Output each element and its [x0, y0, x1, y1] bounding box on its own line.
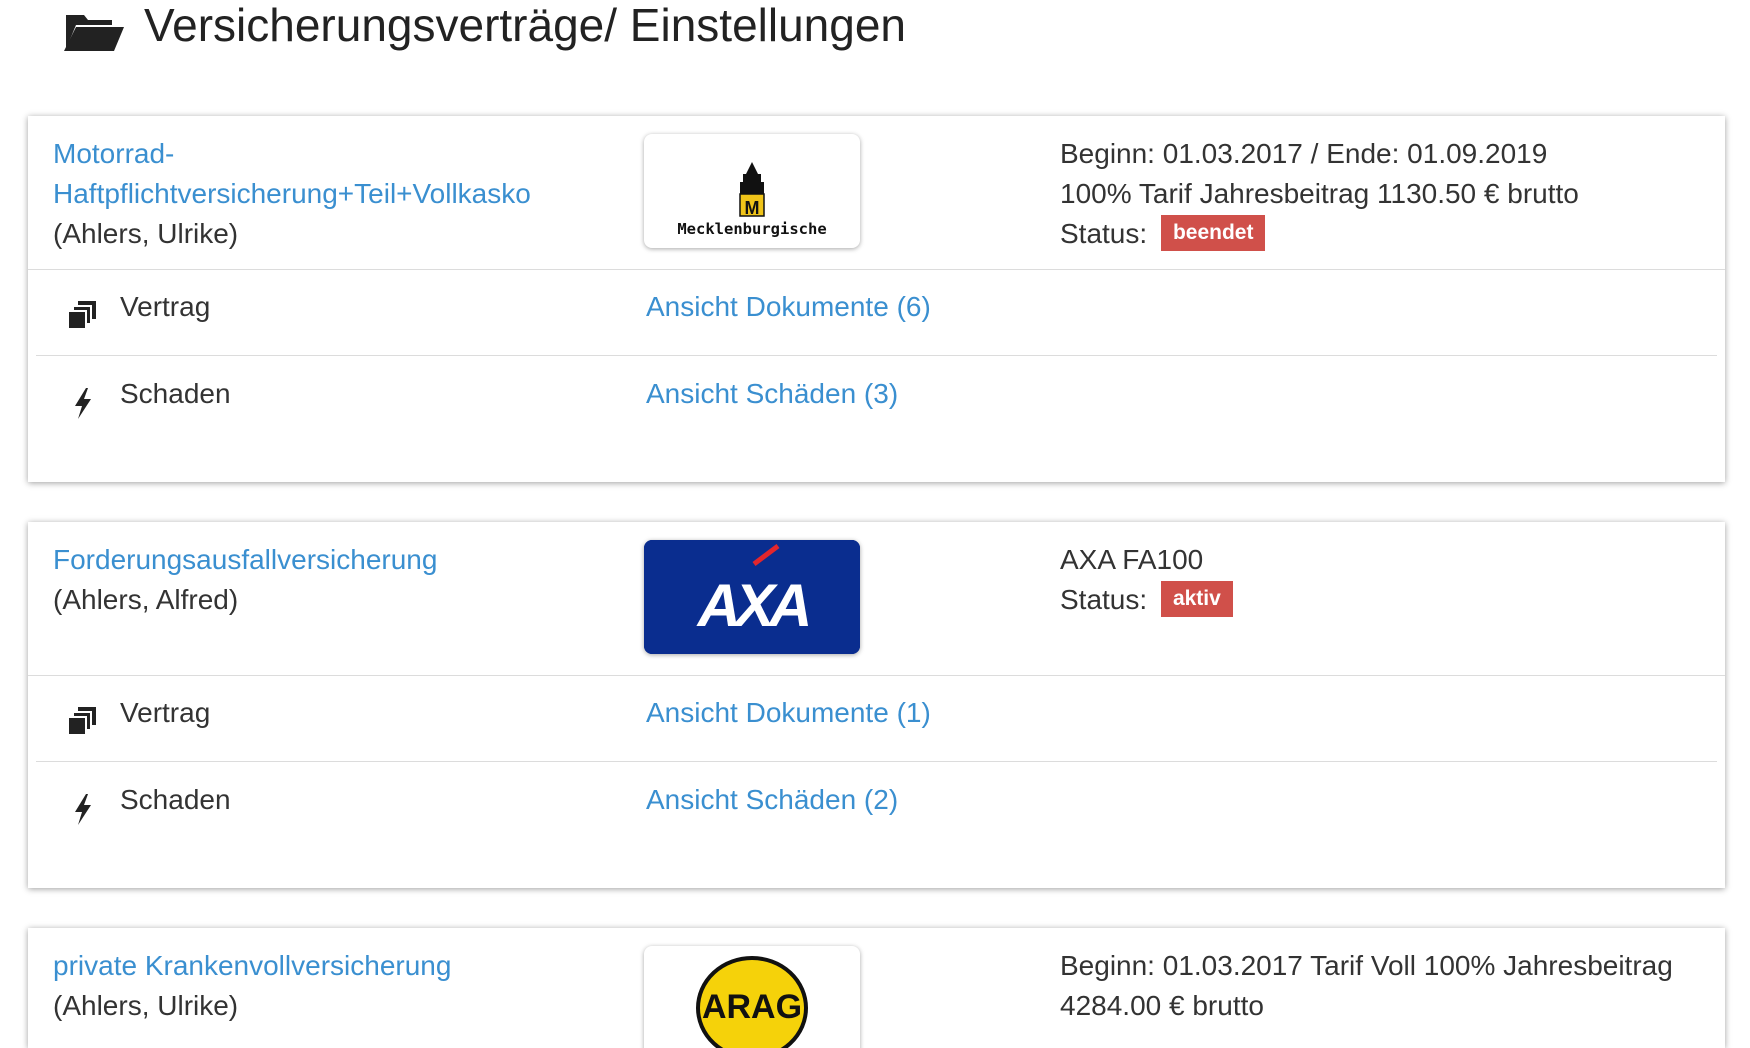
info-line: Beginn: 01.03.2017 Tarif Voll 100% Jahre… [1060, 950, 1673, 1021]
contract-info: AXA FA100 Status: aktiv [1060, 540, 1700, 620]
contract-header: private Krankenvollversicherung (Ahlers,… [28, 928, 1725, 1048]
contract-name: Forderungsausfallversicherung [53, 544, 438, 575]
documents-icon [67, 301, 96, 330]
info-line: Beginn: 01.03.2017 / Ende: 01.09.2019 [1060, 138, 1548, 169]
status-label: Status: [1060, 218, 1148, 249]
contract-name: private Krankenvollversicherung [53, 950, 452, 981]
contract-owner: (Ahlers, Alfred) [53, 584, 239, 615]
view-documents-link[interactable]: Ansicht Dokumente (1) [646, 697, 931, 729]
bolt-icon [75, 388, 91, 419]
contract-info: Beginn: 01.03.2017 / Ende: 01.09.2019 10… [1060, 134, 1700, 254]
logo-label: ARAG [702, 988, 802, 1026]
status-badge: beendet [1160, 214, 1266, 251]
contract-card: Motorrad-Haftpflichtversicherung+Teil+Vo… [28, 116, 1725, 482]
insurer-logo: M Mecklenburgische [644, 134, 860, 248]
contract-owner: (Ahlers, Ulrike) [53, 218, 239, 249]
contract-name: Motorrad-Haftpflichtversicherung+Teil+Vo… [53, 138, 531, 209]
logo-label: AXA [696, 572, 808, 639]
status-badge: aktiv [1160, 580, 1233, 617]
row-label: Vertrag [120, 697, 211, 728]
status-line: Status: aktiv [1060, 580, 1700, 620]
insurer-logo: ARAG [644, 946, 860, 1048]
contract-row-schaden: Schaden Ansicht Schäden (2) [36, 762, 1717, 848]
view-documents-link[interactable]: Ansicht Dokumente (6) [646, 291, 931, 323]
logo-label: Mecklenburgische [677, 220, 826, 238]
contract-name-link[interactable]: private Krankenvollversicherung (Ahlers,… [53, 946, 613, 1026]
contract-header: Forderungsausfallversicherung (Ahlers, A… [28, 522, 1725, 676]
folder-open-icon [64, 15, 124, 51]
info-line: 100% Tarif Jahresbeitrag 1130.50 € brutt… [1060, 178, 1579, 209]
contract-card: Forderungsausfallversicherung (Ahlers, A… [28, 522, 1725, 888]
contract-name-link[interactable]: Motorrad-Haftpflichtversicherung+Teil+Vo… [53, 134, 613, 254]
page-title: Versicherungsverträge/ Einstellungen [144, 0, 907, 51]
contract-row-vertrag: Vertrag Ansicht Dokumente (1) [36, 675, 1717, 762]
view-claims-link[interactable]: Ansicht Schäden (3) [646, 378, 898, 410]
contract-row-vertrag: Vertrag Ansicht Dokumente (6) [36, 269, 1717, 356]
row-label: Schaden [120, 784, 231, 815]
page-header: Versicherungsverträge/ Einstellungen [62, 0, 906, 56]
info-line: AXA FA100 [1060, 544, 1204, 575]
contract-owner: (Ahlers, Ulrike) [53, 990, 239, 1021]
contract-name-link[interactable]: Forderungsausfallversicherung (Ahlers, A… [53, 540, 613, 620]
row-label: Schaden [120, 378, 231, 409]
status-label: Status: [1060, 584, 1148, 615]
insurer-logo: AXA [644, 540, 860, 654]
contract-card: private Krankenvollversicherung (Ahlers,… [28, 928, 1725, 1048]
bolt-icon [75, 794, 91, 825]
contract-info: Beginn: 01.03.2017 Tarif Voll 100% Jahre… [1060, 946, 1700, 1026]
documents-icon [67, 707, 96, 736]
contract-header: Motorrad-Haftpflichtversicherung+Teil+Vo… [28, 116, 1725, 270]
contract-row-schaden: Schaden Ansicht Schäden (3) [36, 356, 1717, 442]
svg-text:M: M [745, 198, 760, 218]
status-line: Status: beendet [1060, 214, 1700, 254]
row-label: Vertrag [120, 291, 211, 322]
view-claims-link[interactable]: Ansicht Schäden (2) [646, 784, 898, 816]
